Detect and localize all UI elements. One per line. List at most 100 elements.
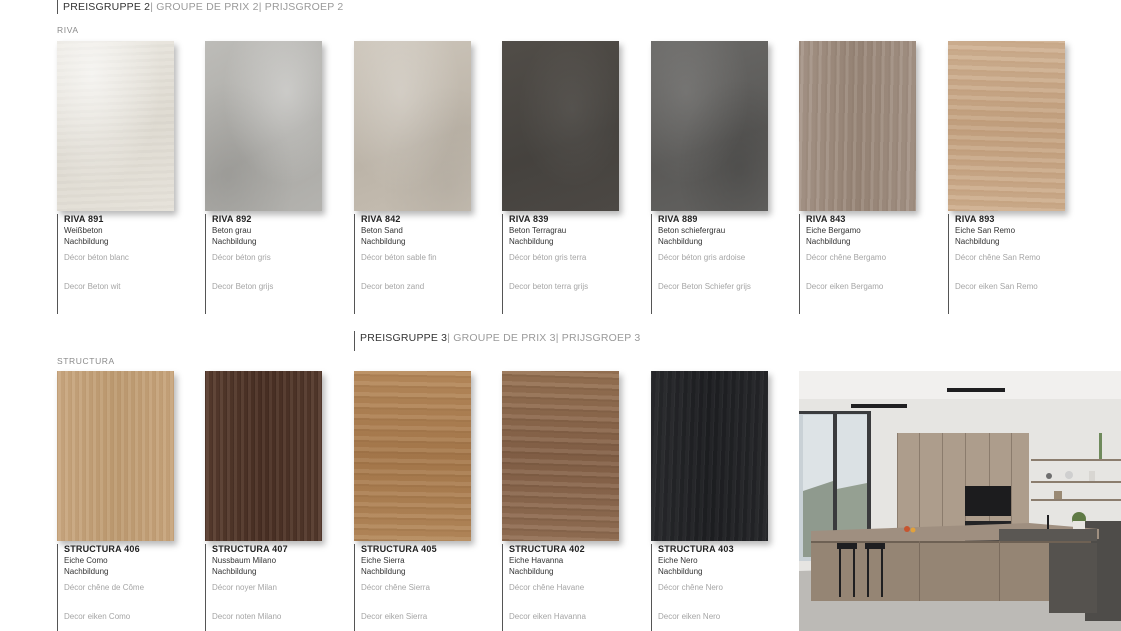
product-code: STRUCTURA 407 — [212, 544, 288, 554]
product-name: Beton Sand — [361, 226, 403, 235]
product-note: Nachbildung — [212, 567, 257, 576]
swatch-riva-843 — [799, 41, 916, 211]
product-name: Beton Terragrau — [509, 226, 567, 235]
product-name-nl: Decor Beton Schiefer grijs — [658, 282, 751, 291]
swatch-structura-405 — [354, 371, 471, 541]
product-note: Nachbildung — [955, 237, 1000, 246]
product-name: Weißbeton — [64, 226, 103, 235]
info-structura-403: STRUCTURA 403 Eiche Nero Nachbildung Déc… — [651, 544, 766, 631]
product-name-fr: Décor chêne de Côme — [64, 583, 145, 592]
product-note: Nachbildung — [361, 237, 406, 246]
product-code: STRUCTURA 403 — [658, 544, 734, 554]
product-name: Eiche Nero — [658, 556, 698, 565]
swatch-riva-889 — [651, 41, 768, 211]
info-riva-842: RIVA 842 Beton Sand Nachbildung Décor bé… — [354, 214, 469, 314]
swatch-structura-407 — [205, 371, 322, 541]
product-name: Eiche Bergamo — [806, 226, 861, 235]
product-note: Nachbildung — [64, 567, 109, 576]
swatch-riva-892 — [205, 41, 322, 211]
product-name-fr: Décor béton gris — [212, 253, 271, 262]
price-group-2-fr: GROUPE DE PRIX 2 — [156, 1, 259, 13]
kitchen-photo — [799, 371, 1121, 631]
product-code: RIVA 843 — [806, 214, 846, 224]
product-name: Eiche Havanna — [509, 556, 564, 565]
price-group-3-fr: GROUPE DE PRIX 3 — [453, 332, 556, 344]
product-name-nl: Decor Beton grijs — [212, 282, 274, 291]
product-note: Nachbildung — [509, 567, 554, 576]
separator: | — [555, 332, 559, 344]
product-name-fr: Décor chêne Sierra — [361, 583, 430, 592]
product-name-nl: Decor beton terra grijs — [509, 282, 589, 291]
product-name-fr: Décor noyer Milan — [212, 583, 277, 592]
info-riva-839: RIVA 839 Beton Terragrau Nachbildung Déc… — [502, 214, 617, 314]
product-name: Eiche San Remo — [955, 226, 1016, 235]
product-note: Nachbildung — [806, 237, 851, 246]
product-name-nl: Decor eiken Nero — [658, 612, 721, 621]
price-group-3-de: PREISGRUPPE 3 — [360, 332, 448, 344]
product-name-fr: Décor béton sable fin — [361, 253, 437, 262]
product-name-nl: Decor eiken Havanna — [509, 612, 586, 621]
swatch-riva-839 — [502, 41, 619, 211]
price-group-2-nl: PRIJSGROEP 2 — [264, 1, 344, 13]
product-name: Beton grau — [212, 226, 252, 235]
product-code: RIVA 892 — [212, 214, 252, 224]
swatch-structura-406 — [57, 371, 174, 541]
product-note: Nachbildung — [509, 237, 554, 246]
product-code: STRUCTURA 402 — [509, 544, 585, 554]
product-name-nl: Decor eiken San Remo — [955, 282, 1038, 291]
info-structura-402: STRUCTURA 402 Eiche Havanna Nachbildung … — [502, 544, 617, 631]
price-group-3-header: PREISGRUPPE 3| GROUPE DE PRIX 3| PRIJSGR… — [354, 331, 640, 351]
product-code: RIVA 839 — [509, 214, 549, 224]
product-name: Eiche Como — [64, 556, 108, 565]
product-code: RIVA 891 — [64, 214, 104, 224]
kitchen-illustration — [799, 371, 1121, 631]
product-code: RIVA 893 — [955, 214, 995, 224]
price-group-3-nl: PRIJSGROEP 3 — [561, 332, 641, 344]
swatch-riva-893 — [948, 41, 1065, 211]
info-riva-889: RIVA 889 Beton schiefergrau Nachbildung … — [651, 214, 766, 314]
product-note: Nachbildung — [212, 237, 257, 246]
info-structura-406: STRUCTURA 406 Eiche Como Nachbildung Déc… — [57, 544, 172, 631]
product-name-nl: Decor eiken Bergamo — [806, 282, 884, 291]
swatch-riva-891 — [57, 41, 174, 211]
product-code: RIVA 842 — [361, 214, 401, 224]
info-riva-892: RIVA 892 Beton grau Nachbildung Décor bé… — [205, 214, 320, 314]
product-name: Beton schiefergrau — [658, 226, 726, 235]
product-note: Nachbildung — [64, 237, 109, 246]
product-name: Nussbaum Milano — [212, 556, 277, 565]
product-name-fr: Décor béton gris terra — [509, 253, 587, 262]
price-group-2-de: PREISGRUPPE 2 — [63, 1, 151, 13]
info-riva-893: RIVA 893 Eiche San Remo Nachbildung Déco… — [948, 214, 1063, 314]
info-riva-891: RIVA 891 Weißbeton Nachbildung Décor bét… — [57, 214, 172, 314]
separator: | — [447, 332, 451, 344]
product-note: Nachbildung — [361, 567, 406, 576]
product-code: RIVA 889 — [658, 214, 698, 224]
product-code: STRUCTURA 405 — [361, 544, 437, 554]
product-name-nl: Decor beton zand — [361, 282, 425, 291]
product-name: Eiche Sierra — [361, 556, 405, 565]
product-name-fr: Décor béton blanc — [64, 253, 129, 262]
product-name-nl: Decor Beton wit — [64, 282, 121, 291]
product-note: Nachbildung — [658, 237, 703, 246]
price-group-2-header: PREISGRUPPE 2| GROUPE DE PRIX 2| PRIJSGR… — [57, 0, 343, 14]
swatch-riva-842 — [354, 41, 471, 211]
product-note: Nachbildung — [658, 567, 703, 576]
swatch-structura-402 — [502, 371, 619, 541]
product-name-fr: Décor chêne Nero — [658, 583, 723, 592]
product-name-nl: Decor eiken Sierra — [361, 612, 428, 621]
swatch-structura-403 — [651, 371, 768, 541]
product-name-nl: Decor noten Milano — [212, 612, 282, 621]
info-structura-405: STRUCTURA 405 Eiche Sierra Nachbildung D… — [354, 544, 469, 631]
series-label-riva: RIVA — [57, 25, 79, 35]
product-name-nl: Decor eiken Como — [64, 612, 131, 621]
product-name-fr: Décor béton gris ardoise — [658, 253, 746, 262]
separator: | — [150, 1, 154, 13]
product-name-fr: Décor chêne Bergamo — [806, 253, 887, 262]
product-name-fr: Décor chêne San Remo — [955, 253, 1041, 262]
info-riva-843: RIVA 843 Eiche Bergamo Nachbildung Décor… — [799, 214, 914, 314]
separator: | — [258, 1, 262, 13]
series-label-structura: STRUCTURA — [57, 356, 115, 366]
product-code: STRUCTURA 406 — [64, 544, 140, 554]
product-name-fr: Décor chêne Havane — [509, 583, 585, 592]
info-structura-407: STRUCTURA 407 Nussbaum Milano Nachbildun… — [205, 544, 320, 631]
